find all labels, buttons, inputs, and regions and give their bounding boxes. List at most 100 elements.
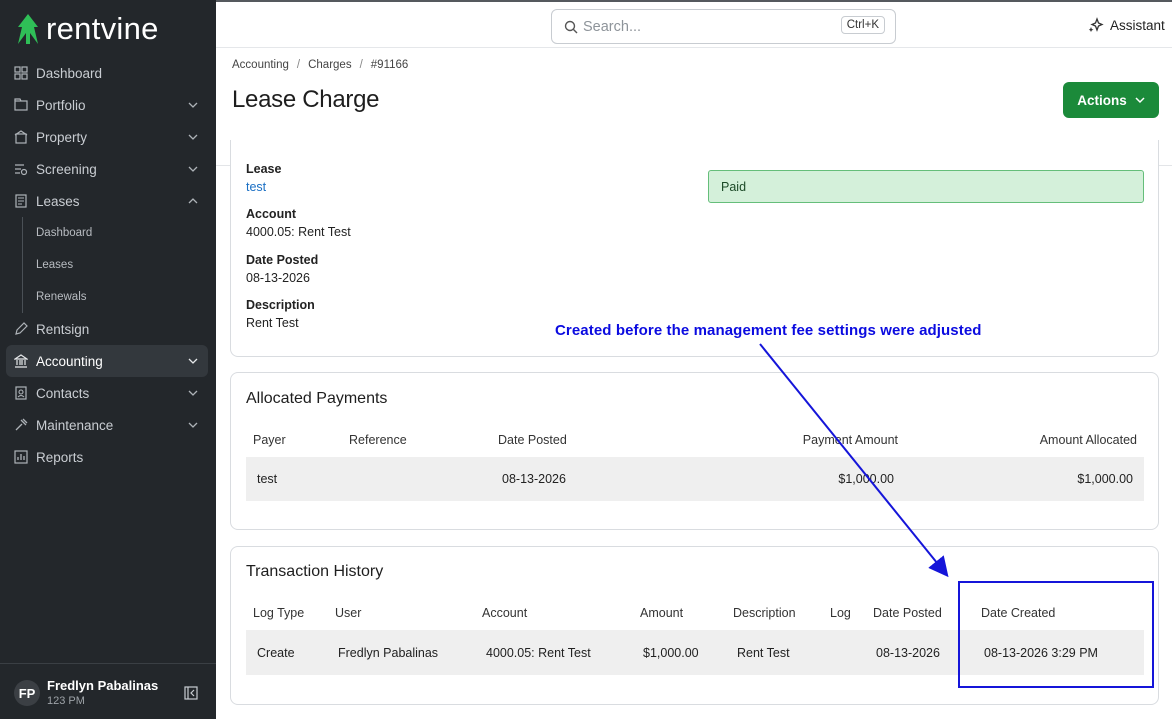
lease-link[interactable]: test <box>246 180 266 194</box>
breadcrumb-separator: / <box>359 59 363 71</box>
actions-button[interactable]: Actions <box>1063 82 1159 118</box>
status-badge: Paid <box>708 170 1144 203</box>
chevron-up-icon <box>188 198 198 204</box>
column-header-amount: Amount <box>640 606 684 620</box>
sidebar-item-maintenance[interactable]: Maintenance <box>6 409 208 441</box>
sidebar-item-label: Screening <box>36 161 97 177</box>
column-header-date-posted: Date Posted <box>498 433 567 447</box>
portfolio-icon <box>14 98 28 111</box>
column-header-log-type: Log Type <box>253 606 305 620</box>
sidebar-item-label: Rentsign <box>36 321 90 337</box>
table-row[interactable] <box>246 457 1144 501</box>
maintenance-icon <box>15 418 28 431</box>
screening-icon <box>15 164 28 176</box>
sidebar-nav: Dashboard Portfolio Property Screening L… <box>0 57 216 473</box>
account-value: 4000.05: Rent Test <box>246 225 351 239</box>
search-box[interactable]: Ctrl+K <box>551 9 896 44</box>
rentvine-logo-icon <box>18 14 38 44</box>
amount-allocated-cell: $1,000.00 <box>1077 472 1133 486</box>
column-header-description: Description <box>733 606 796 620</box>
sidebar-item-label: Portfolio <box>36 97 86 113</box>
dashboard-icon <box>14 66 28 80</box>
sidebar-item-label: Accounting <box>36 353 103 369</box>
submenu-item-leases[interactable]: Leases <box>23 249 216 281</box>
leases-submenu: Dashboard Leases Renewals <box>22 217 216 313</box>
accounting-icon <box>14 354 28 368</box>
sidebar-item-label: Property <box>36 129 88 145</box>
chevron-down-icon <box>188 390 198 396</box>
page-title: Lease Charge <box>232 86 380 113</box>
assistant-button[interactable]: Assistant <box>1088 17 1165 33</box>
chevron-down-icon <box>1135 97 1145 104</box>
account-cell: 4000.05: Rent Test <box>486 646 591 660</box>
sidebar-item-label: Maintenance <box>36 417 114 433</box>
user-name: Fredlyn Pabalinas <box>47 678 159 693</box>
column-header-reference: Reference <box>349 433 407 447</box>
column-header-account: Account <box>482 606 528 620</box>
sparkle-icon <box>1088 17 1104 32</box>
sidebar-item-portfolio[interactable]: Portfolio <box>6 89 208 121</box>
search-shortcut-badge: Ctrl+K <box>840 16 885 34</box>
leases-icon <box>15 194 27 208</box>
search-input[interactable] <box>583 16 823 38</box>
sidebar-item-dashboard[interactable]: Dashboard <box>6 57 208 89</box>
sidebar-item-property[interactable]: Property <box>6 121 208 153</box>
payment-amount-link[interactable]: $1,000.00 <box>838 472 894 486</box>
actions-label: Actions <box>1077 92 1127 108</box>
amount-cell: $1,000.00 <box>643 646 699 660</box>
submenu-item-dashboard[interactable]: Dashboard <box>23 217 216 249</box>
breadcrumb-accounting[interactable]: Accounting <box>232 59 289 71</box>
contacts-icon <box>15 386 27 400</box>
breadcrumb-separator: / <box>296 59 301 71</box>
column-header-date-posted: Date Posted <box>873 606 942 620</box>
date-posted-value: 08-13-2026 <box>246 271 310 285</box>
submenu-item-renewals[interactable]: Renewals <box>23 281 216 313</box>
logo-text: rentvine <box>46 11 159 46</box>
column-header-user: User <box>335 606 362 620</box>
rentsign-icon <box>15 322 28 335</box>
allocated-payments-title: Allocated Payments <box>246 390 388 407</box>
lease-label: Lease <box>246 162 282 176</box>
breadcrumb-current: #91166 <box>370 59 409 71</box>
breadcrumb: Accounting / Charges / #91166 <box>232 59 408 71</box>
chevron-down-icon <box>188 358 198 364</box>
logo[interactable]: rentvine <box>16 11 159 46</box>
avatar: FP <box>14 680 40 706</box>
sidebar-item-accounting[interactable]: Accounting <box>6 345 208 377</box>
allocated-payments-card: Allocated Payments Payer Reference Date … <box>230 372 1159 530</box>
column-header-amount-allocated: Amount Allocated <box>1039 433 1137 447</box>
column-header-payment-amount: Payment Amount <box>802 433 898 447</box>
column-header-payer: Payer <box>253 433 286 447</box>
breadcrumb-charges[interactable]: Charges <box>308 59 351 71</box>
sidebar-item-label: Contacts <box>36 385 90 401</box>
sidebar-item-screening[interactable]: Screening <box>6 153 208 185</box>
sidebar-item-label: Reports <box>36 449 84 465</box>
column-header-log: Log <box>830 606 851 620</box>
user-cell: Fredlyn Pabalinas <box>338 646 439 660</box>
chevron-down-icon <box>188 422 198 428</box>
annotation-text: Created before the management fee settin… <box>555 322 982 339</box>
property-icon <box>14 130 28 144</box>
sidebar-item-contacts[interactable]: Contacts <box>6 377 208 409</box>
user-subtitle: 123 PM <box>47 695 85 707</box>
collapse-sidebar-icon[interactable] <box>184 686 198 700</box>
sidebar-item-rentsign[interactable]: Rentsign <box>6 313 208 345</box>
date-posted-label: Date Posted <box>246 253 319 267</box>
sidebar-user[interactable]: FP Fredlyn Pabalinas 123 PM <box>0 663 216 719</box>
sidebar-item-label: Leases <box>36 193 80 209</box>
chevron-down-icon <box>188 134 198 140</box>
transaction-history-title: Transaction History <box>246 563 384 580</box>
reports-icon <box>14 450 28 464</box>
log-type-link[interactable]: Create <box>257 646 295 660</box>
sidebar-item-reports[interactable]: Reports <box>6 441 208 473</box>
chevron-down-icon <box>188 102 198 108</box>
annotation-highlight-box <box>958 581 1154 688</box>
top-bar: Ctrl+K Assistant <box>216 0 1172 48</box>
description-value: Rent Test <box>246 316 299 330</box>
payer-cell: test <box>257 472 278 486</box>
sidebar-item-leases[interactable]: Leases <box>6 185 208 217</box>
search-icon <box>564 20 578 34</box>
date-posted-cell: 08-13-2026 <box>502 472 566 486</box>
sidebar: rentvine Dashboard Portfolio Property Sc… <box>0 0 216 719</box>
description-cell: Rent Test <box>737 646 790 660</box>
